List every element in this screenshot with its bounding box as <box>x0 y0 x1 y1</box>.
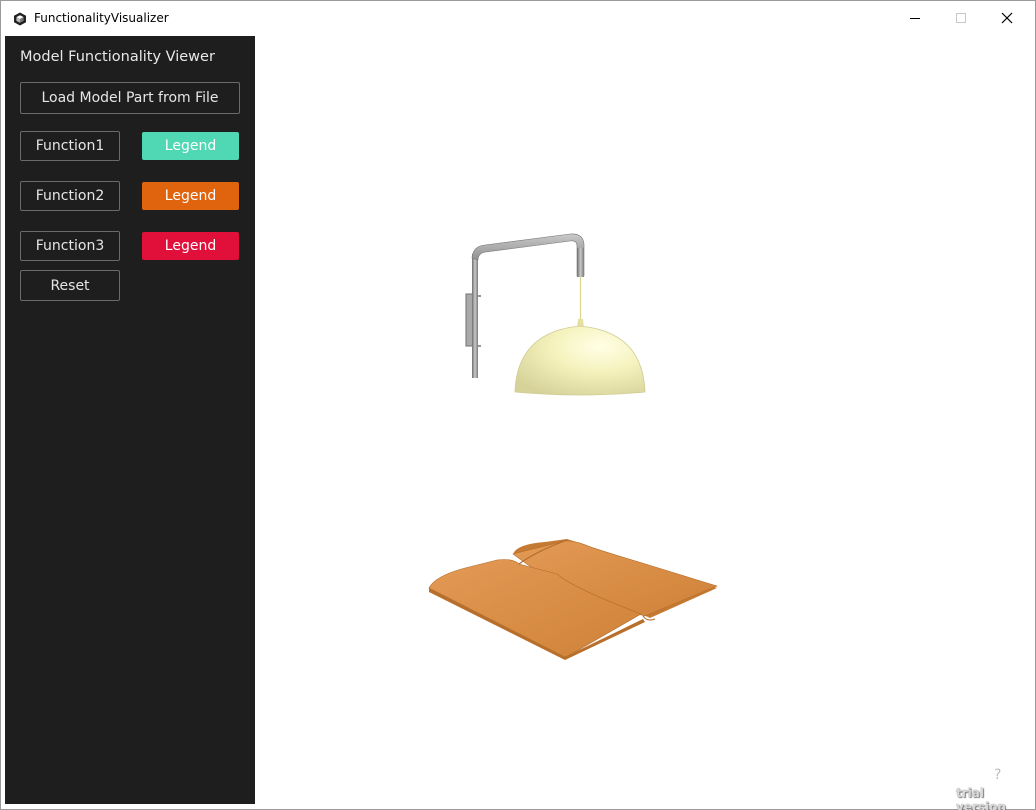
reset-button[interactable]: Reset <box>20 270 120 301</box>
function1-legend[interactable]: Legend <box>142 132 239 160</box>
trial-watermark: trial version <box>956 786 1006 810</box>
help-mark: ? <box>994 767 1002 783</box>
function3-button[interactable]: Function3 <box>20 231 120 261</box>
close-icon <box>1001 12 1013 24</box>
model-scene <box>428 233 718 660</box>
function2-legend[interactable]: Legend <box>142 182 239 210</box>
load-model-button[interactable]: Load Model Part from File <box>20 82 240 114</box>
function3-legend[interactable]: Legend <box>142 232 239 260</box>
title-bar[interactable]: FunctionalityVisualizer <box>1 1 1035 35</box>
open-book-model[interactable] <box>428 539 718 660</box>
close-button[interactable] <box>984 1 1030 35</box>
app-window: FunctionalityVisualizer Model Functional… <box>0 0 1036 810</box>
minimize-button[interactable] <box>892 1 938 35</box>
panel-title: Model Functionality Viewer <box>20 49 215 65</box>
wall-lamp-model[interactable] <box>465 233 646 396</box>
app-cube-icon <box>14 12 26 26</box>
3d-viewport[interactable] <box>255 36 1029 804</box>
maximize-icon <box>956 13 966 23</box>
window-title: FunctionalityVisualizer <box>34 11 169 25</box>
function2-button[interactable]: Function2 <box>20 181 120 211</box>
minimize-icon <box>910 18 920 19</box>
control-panel: Model Functionality Viewer Load Model Pa… <box>5 36 255 804</box>
maximize-button[interactable] <box>938 1 984 35</box>
function1-button[interactable]: Function1 <box>20 131 120 161</box>
